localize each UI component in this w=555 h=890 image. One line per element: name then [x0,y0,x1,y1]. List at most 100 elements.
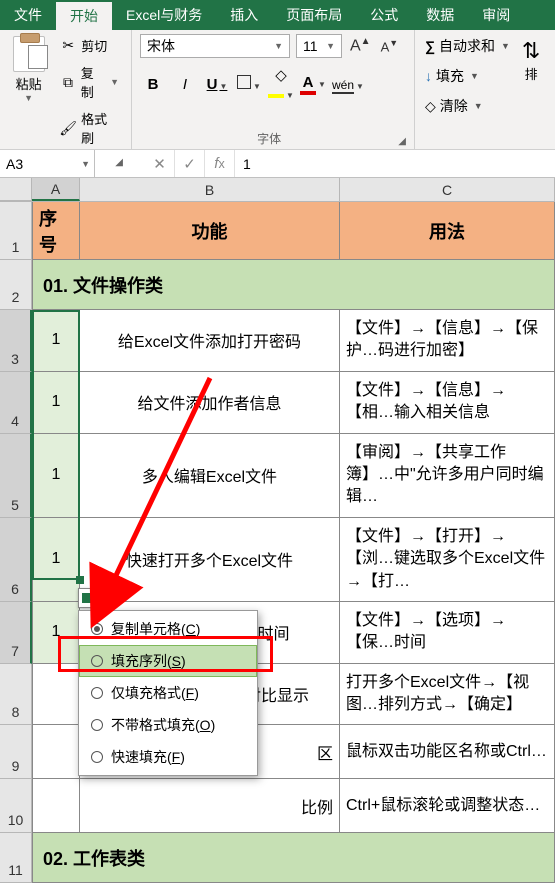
cell-C7[interactable]: 【文件】→【选项】→【保…时间 [340,602,555,664]
name-box-dropdown-icon[interactable]: ▼ [81,159,90,169]
cell-C9[interactable]: 鼠标双击功能区名称或Ctrl… [340,725,555,779]
cell-A8[interactable] [32,664,80,726]
col-header-B[interactable]: B [80,178,340,201]
autofill-options-button[interactable]: ▼ [78,588,106,608]
increase-font-button[interactable]: A▲ [348,36,373,55]
scissors-icon: ✂ [59,37,77,55]
cell-C3[interactable]: 【文件】→【信息】→【保护…码进行加密】 [340,310,555,372]
format-painter-button[interactable]: 🖌 格式刷 [55,107,123,149]
font-name-combo[interactable]: 宋体 ▼ [140,34,290,58]
cell-A4[interactable]: 1 [32,372,80,434]
underline-button[interactable]: U▼ [204,76,230,93]
radio-icon [91,751,103,763]
table-header-row: 1 序号 功能 用法 [0,202,555,260]
menu-fill-format-only[interactable]: 仅填充格式(F) [79,677,257,709]
section-row-1: 2 01. 文件操作类 [0,260,555,310]
cell-A10[interactable] [32,779,80,833]
menu-fill-without-format-label: 不带格式填充(O) [111,715,215,735]
row-header-7[interactable]: 7 [0,602,32,664]
row-header-9[interactable]: 9 [0,725,32,779]
bold-button[interactable]: B [140,76,166,93]
decrease-font-button[interactable]: A▼ [379,38,401,54]
menu-fill-series[interactable]: 填充序列(S) [79,645,257,677]
row-header-10[interactable]: 10 [0,779,32,833]
menu-fill-without-format[interactable]: 不带格式填充(O) [79,709,257,741]
section-2-title[interactable]: 02. 工作表类 [32,833,555,883]
table-row: 3 1 给Excel文件添加打开密码 【文件】→【信息】→【保护…码进行加密】 [0,310,555,372]
select-all-corner[interactable] [0,178,32,201]
row-header-2[interactable]: 2 [0,260,32,310]
cut-button[interactable]: ✂ 剪切 [55,34,123,57]
autosum-label: 自动求和 [439,36,495,56]
paste-button[interactable]: 粘贴 ▼ [8,34,49,105]
section-1-title[interactable]: 01. 文件操作类 [32,260,555,310]
row-header-1[interactable]: 1 [0,202,32,260]
cell-B10[interactable]: 比例 [80,779,340,833]
autosum-button[interactable]: ∑ 自动求和 ▼ [423,34,512,58]
format-painter-label: 格式刷 [81,109,119,147]
enter-formula-button[interactable]: ✓ [175,150,205,177]
tab-insert[interactable]: 插入 [216,0,272,30]
header-cell-function[interactable]: 功能 [80,202,340,260]
row-header-11[interactable]: 11 [0,833,32,883]
insert-function-button[interactable]: fx [205,150,235,177]
cancel-formula-button[interactable]: ✕ [145,150,175,177]
paste-dropdown-icon[interactable]: ▼ [24,93,33,103]
cell-C5[interactable]: 【审阅】→【共享工作簿】…中"允许多用户同时编辑… [340,434,555,518]
row-header-4[interactable]: 4 [0,372,32,434]
cell-C6[interactable]: 【文件】→【打开】→【浏…键选取多个Excel文件→【打… [340,518,555,602]
cell-B6[interactable]: 快速打开多个Excel文件 [80,518,340,602]
col-header-C[interactable]: C [340,178,555,201]
fill-handle[interactable] [76,576,84,584]
cell-A5[interactable]: 1 [32,434,80,518]
cell-C10[interactable]: Ctrl+鼠标滚轮或调整状态… [340,779,555,833]
cell-B5[interactable]: 多人编辑Excel文件 [80,434,340,518]
menu-copy-cells[interactable]: 复制单元格(C) [79,613,257,645]
cell-B4[interactable]: 给文件添加作者信息 [80,372,340,434]
copy-icon: ⧉ [59,73,77,91]
cell-A3[interactable]: 1 [32,310,80,372]
formula-input[interactable]: 1 [235,150,555,177]
cell-A9[interactable] [32,725,80,779]
row-header-5[interactable]: 5 [0,434,32,518]
tab-file[interactable]: 文件 [0,0,56,30]
name-box[interactable]: A3 ▼ [0,150,95,177]
menu-copy-cells-label: 复制单元格(C) [111,619,200,639]
fill-button[interactable]: ↓ 填充 ▼ [423,64,512,88]
radio-icon [91,655,103,667]
paintbrush-icon: 🖌 [59,119,77,137]
col-header-A[interactable]: A [32,178,80,201]
tab-data[interactable]: 数据 [412,0,468,30]
cell-C4[interactable]: 【文件】→【信息】→【相…输入相关信息 [340,372,555,434]
font-dialog-launcher[interactable]: ◢ [398,136,406,147]
row-header-6[interactable]: 6 [0,518,32,602]
cell-B3[interactable]: 给Excel文件添加打开密码 [80,310,340,372]
italic-button[interactable]: I [172,76,198,93]
table-row: 5 1 多人编辑Excel文件 【审阅】→【共享工作簿】…中"允许多用户同时编辑… [0,434,555,518]
header-cell-usage[interactable]: 用法 [340,202,555,260]
copy-button[interactable]: ⧉ 复制 ▼ [55,61,123,103]
borders-button[interactable]: ▼ [236,75,262,93]
sort-filter-button[interactable]: ⇅ 排 [518,34,544,118]
sort-label: 排 [525,64,538,83]
tab-review[interactable]: 审阅 [468,0,524,30]
phonetic-guide-button[interactable]: wén▼ [332,76,358,93]
wen-label: wén [332,78,354,94]
row-header-3[interactable]: 3 [0,310,32,372]
cell-C8[interactable]: 打开多个Excel文件→【视图…排列方式→【确定】 [340,664,555,726]
group-title-editing [423,145,547,147]
font-size-combo[interactable]: 11 ▼ [296,34,342,58]
clear-button[interactable]: ◇ 清除 ▼ [423,94,512,118]
tab-formulas[interactable]: 公式 [356,0,412,30]
font-color-button[interactable]: A▼ [300,74,326,95]
tab-page-layout[interactable]: 页面布局 [272,0,356,30]
header-cell-seq[interactable]: 序号 [32,202,80,260]
menu-flash-fill[interactable]: 快速填充(F) [79,741,257,773]
tab-excel-finance[interactable]: Excel与财务 [112,0,216,30]
row-header-8[interactable]: 8 [0,664,32,726]
sort-icon: ⇅ [522,38,540,64]
cell-A6[interactable]: 1 [32,518,80,602]
cell-A7[interactable]: 1 [32,602,80,664]
fill-color-button[interactable]: ◇ ▼ [268,66,294,102]
tab-home[interactable]: 开始 [56,0,112,30]
